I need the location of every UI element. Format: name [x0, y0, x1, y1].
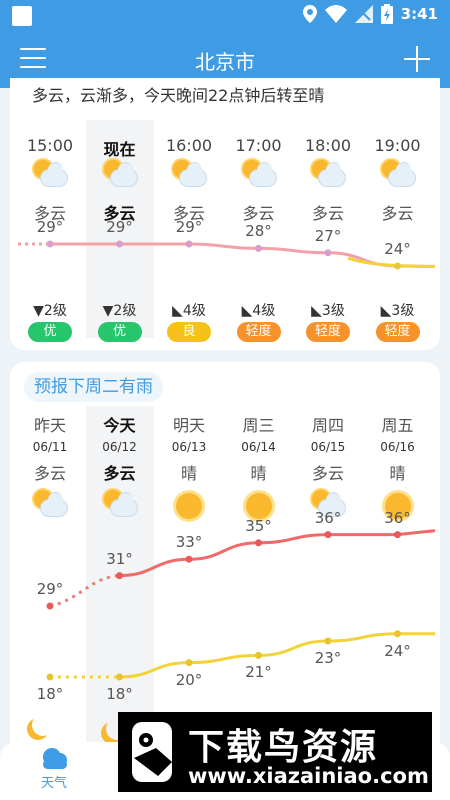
low-temp-label: 21°	[245, 663, 272, 682]
hourly-temp-point	[324, 249, 332, 257]
low-temp-point	[255, 651, 262, 659]
bird-logo-icon	[132, 722, 172, 782]
status-bar: 3:41	[0, 0, 450, 32]
signal-icon	[354, 5, 373, 23]
hour-temp-label: 29°	[36, 218, 64, 236]
hour-temp-label: 29°	[106, 218, 133, 236]
low-temp-label: 18°	[36, 685, 64, 703]
low-temp-point	[394, 630, 401, 638]
low-temp-point	[185, 659, 193, 667]
high-temp-point	[394, 531, 401, 539]
hour-temp-label: 28°	[245, 222, 272, 241]
low-temp-point	[324, 637, 332, 645]
wifi-icon	[324, 5, 347, 23]
high-temp-label: 31°	[106, 549, 133, 568]
high-temp-point	[116, 572, 123, 580]
low-temp-point	[116, 673, 123, 681]
high-temp-label: 35°	[245, 516, 272, 535]
hourly-temp-point	[46, 240, 54, 248]
status-time: 3:41	[400, 5, 438, 23]
low-temp-point	[46, 673, 54, 681]
high-temp-point	[185, 555, 193, 563]
high-temp-point	[324, 531, 332, 539]
daily-forecast-card: 预报下周二有雨 昨天 06/11 多云 今天 06/12 多云 明天 06/13 晴周三 06/1…	[10, 362, 440, 762]
low-temp-label: 23°	[314, 649, 342, 667]
hour-temp-label: 24°	[384, 240, 411, 258]
high-temp-point	[46, 602, 54, 610]
high-temp-label: 36°	[314, 508, 342, 527]
hour-temp-label: 27°	[314, 226, 342, 245]
hourly-card: 多云，云渐多，今天晚间22点钟后转至晴 15:00 多云 ▼2级优现在 多云 ▼2级优 1…	[10, 78, 440, 350]
nav-weather-label: 天气	[40, 776, 67, 791]
high-temp-label: 29°	[36, 580, 64, 598]
hour-temp-label: 29°	[175, 218, 203, 236]
add-city-button[interactable]	[404, 46, 430, 72]
low-temp-label: 20°	[175, 670, 203, 689]
moon-icon	[32, 714, 54, 736]
hourly-temp-point	[116, 240, 123, 248]
hourly-temp-point	[255, 244, 262, 252]
hourly-temp-point	[394, 262, 401, 270]
battery-icon	[380, 4, 393, 24]
watermark-url: www.xiazainiao.com	[188, 764, 429, 788]
high-temp-label: 33°	[175, 533, 203, 552]
city-title: 北京市	[195, 50, 255, 74]
high-temp-label: 36°	[384, 508, 411, 527]
nav-weather-tab[interactable]: 天气	[22, 746, 86, 791]
notification-square-icon	[12, 6, 32, 26]
low-temp-label: 24°	[384, 641, 411, 660]
watermark-banner: 下载鸟资源 www.xiazainiao.com	[118, 712, 432, 792]
hourly-temp-point	[185, 240, 193, 248]
location-icon	[302, 5, 317, 23]
watermark-title: 下载鸟资源	[188, 727, 379, 768]
hourly-temp-chart	[18, 240, 436, 270]
high-temp-point	[255, 539, 262, 547]
low-temp-label: 18°	[106, 685, 133, 703]
weather-cloud-icon	[43, 748, 67, 769]
